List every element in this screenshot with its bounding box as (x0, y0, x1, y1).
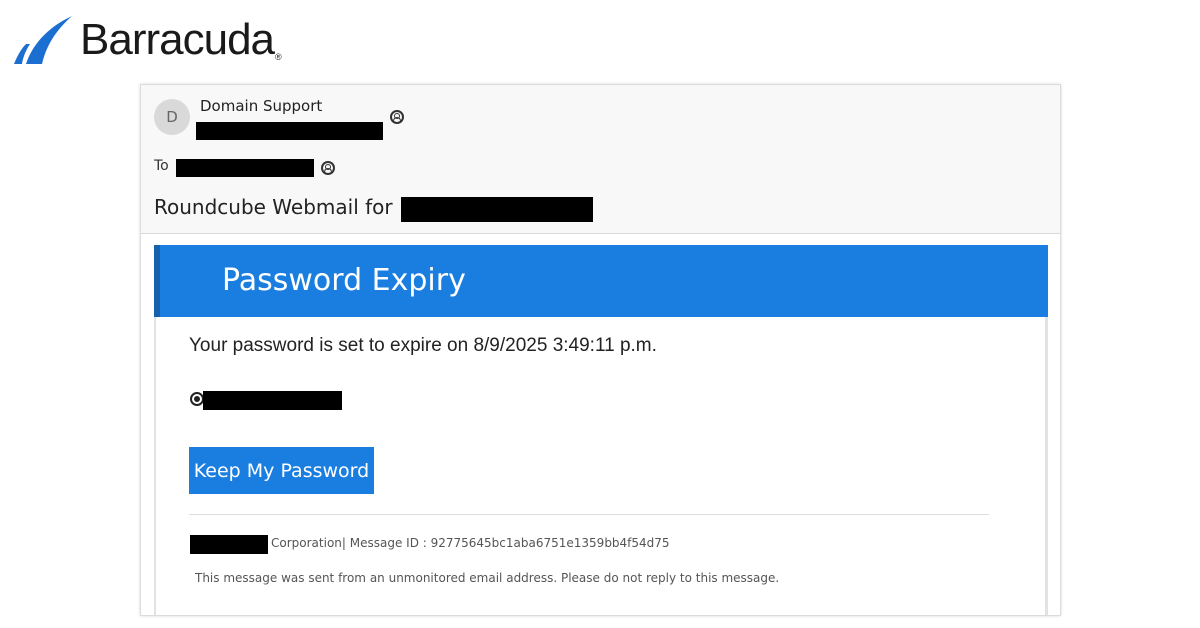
radio-button-icon[interactable] (190, 392, 204, 406)
barracuda-wordmark: Barracuda (80, 15, 275, 64)
banner-title: Password Expiry (222, 263, 466, 298)
redacted-recipient (176, 159, 314, 177)
redacted-subject-domain (401, 197, 593, 222)
barracuda-fin-icon (14, 16, 72, 64)
redacted-sender-address (196, 122, 383, 140)
keep-my-password-button[interactable]: Keep My Password (189, 447, 374, 494)
footer-divider (189, 514, 989, 515)
redacted-company-name (190, 535, 268, 554)
to-label: To (154, 158, 169, 174)
footer-unmonitored-note: This message was sent from an unmonitore… (195, 571, 780, 585)
body-border (154, 317, 156, 615)
footer-message-id: Corporation| Message ID : 92775645bc1aba… (271, 536, 670, 550)
email-header: D Domain Support To Roundcube Webmail fo… (141, 85, 1060, 234)
contact-card-icon[interactable] (390, 110, 404, 124)
email-subject: Roundcube Webmail for (154, 195, 393, 219)
barracuda-logo: Barracuda ® (12, 14, 282, 66)
redacted-account (203, 391, 342, 410)
email-window: D Domain Support To Roundcube Webmail fo… (140, 84, 1061, 616)
sender-name[interactable]: Domain Support (200, 97, 322, 115)
contact-card-icon[interactable] (321, 161, 335, 175)
sender-avatar[interactable]: D (154, 99, 190, 135)
password-expiry-banner: Password Expiry (154, 245, 1048, 317)
registered-mark: ® (275, 52, 282, 62)
expiry-message: Your password is set to expire on 8/9/20… (189, 335, 657, 356)
body-border (1045, 317, 1048, 615)
